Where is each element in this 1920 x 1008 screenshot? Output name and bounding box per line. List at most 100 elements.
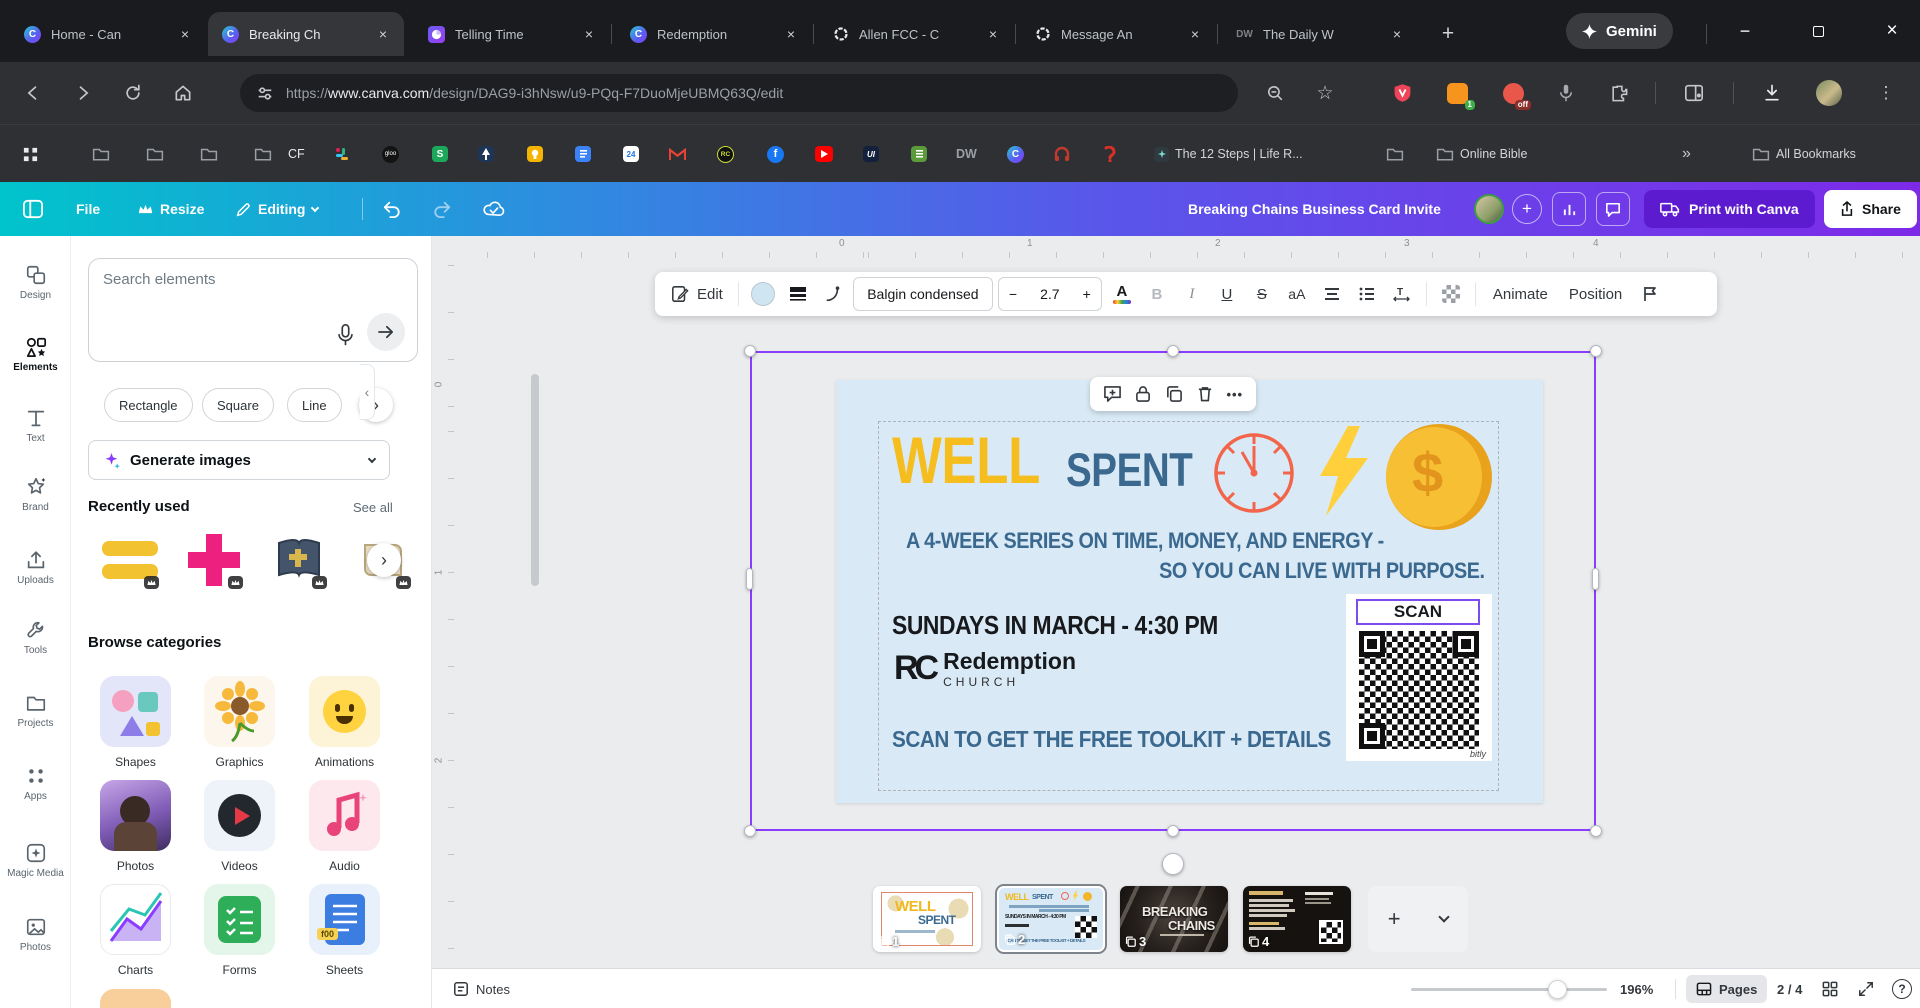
insights-button[interactable] [1552,182,1586,236]
bookmark-folder[interactable] [92,145,110,163]
window-minimize-button[interactable]: − [1725,14,1765,48]
design-title[interactable]: Breaking Chains Business Card Invite [1188,182,1441,236]
category-tile-forms[interactable] [204,884,275,955]
sidebar-item-design[interactable]: Design [0,264,71,301]
duplicate-icon[interactable] [1165,385,1183,403]
zoom-percentage[interactable]: 196% [1620,969,1653,1008]
qr-panel[interactable]: SCAN bitly [1346,594,1492,761]
grid-view-button[interactable] [1822,969,1838,1008]
trash-icon[interactable] [1197,385,1213,403]
downloads-icon[interactable] [1758,79,1786,107]
new-tab-button[interactable]: + [1432,18,1464,50]
file-menu[interactable]: File [76,182,100,236]
bookmark-bulb[interactable] [527,145,543,163]
chip-rectangle[interactable]: Rectangle [104,388,193,422]
comments-button[interactable] [1596,182,1630,236]
font-size-stepper[interactable]: − 2.7 + [998,277,1102,311]
editing-mode-menu[interactable]: Editing [236,182,318,236]
church-logo[interactable]: RC Redemption CHURCH [894,648,1076,689]
text-case-button[interactable]: aA [1282,278,1312,310]
stroke-weight-button[interactable] [783,278,813,310]
forward-button[interactable] [66,76,100,110]
generate-images-button[interactable]: Generate images [88,440,390,480]
curve-text-button[interactable] [818,278,848,310]
selection-handle-nw[interactable] [744,345,756,357]
search-submit-button[interactable] [367,313,405,351]
scan-label-box[interactable]: SCAN [1356,599,1480,625]
selection-handle-n[interactable] [1167,345,1179,357]
search-elements-box[interactable] [88,258,418,362]
lock-icon[interactable] [1135,385,1151,403]
sidebar-item-uploads[interactable]: Uploads [0,549,71,586]
extension-shield-icon[interactable] [1388,79,1416,107]
redo-button[interactable] [432,182,452,236]
card-tagline-2[interactable]: SO YOU CAN LIVE WITH PURPOSE. [1160,558,1485,584]
bookmarks-overflow-chevron[interactable]: » [1682,145,1691,163]
recent-element-yellow-bars[interactable] [98,528,162,592]
tab-close-icon[interactable]: × [578,23,600,45]
bookmark-cf[interactable]: CF [288,145,305,163]
tab-close-icon[interactable]: × [780,23,802,45]
bookmark-rc[interactable]: RC [717,145,734,163]
rotate-handle[interactable] [1162,853,1184,875]
bookmark-dw[interactable]: DW [956,145,977,163]
category-tile-partial[interactable] [100,989,171,1008]
apps-grid-icon[interactable] [22,145,39,163]
pages-view-button[interactable]: Pages [1686,969,1767,1008]
window-restore-button[interactable] [1798,14,1838,48]
window-close-button[interactable]: × [1872,14,1912,48]
home-sidebar-toggle[interactable] [22,182,44,236]
bookmark-canva[interactable]: C [1007,145,1024,163]
browser-menu-kebab[interactable]: ⋮ [1872,79,1900,107]
design-page[interactable]: WELL SPENT $ [836,380,1543,803]
card-tagline-1[interactable]: A 4-WEEK SERIES ON TIME, MONEY, AND ENER… [906,528,1384,554]
list-button[interactable] [1352,278,1382,310]
bookmark-slack[interactable] [334,145,350,163]
bookmark-online-bible[interactable]: Online Bible [1436,145,1527,163]
fill-color-swatch[interactable] [748,278,778,310]
bookmark-ui[interactable]: UI [863,145,879,163]
recent-next-button[interactable]: › [367,543,401,577]
selection-handle-sw[interactable] [744,825,756,837]
page-thumbnail-4[interactable]: 4 [1243,886,1351,952]
print-with-canva-button[interactable]: Print with Canva [1644,182,1815,236]
sidebar-item-text[interactable]: Text [0,407,71,444]
tab-close-icon[interactable]: × [174,23,196,45]
tab-allen-fcc[interactable]: Allen FCC - C × [818,12,1014,56]
add-collaborator-button[interactable]: + [1512,182,1542,236]
sidebar-item-elements[interactable]: Elements [0,336,71,373]
underline-button[interactable]: U [1212,278,1242,310]
search-input[interactable] [103,271,323,288]
see-all-link[interactable]: See all [353,500,393,515]
tab-message[interactable]: Message An × [1020,12,1216,56]
selection-handle-e[interactable] [1592,568,1599,590]
undo-button[interactable] [382,182,402,236]
page-zoom-icon[interactable] [1258,76,1292,110]
bookmark-facebook[interactable]: f [767,145,784,163]
share-button[interactable]: Share [1824,182,1917,236]
expand-pages-chevron[interactable] [1439,911,1450,922]
card-cta[interactable]: SCAN TO GET THE FREE TOOLKIT + DETAILS [892,726,1331,753]
design-canvas-area[interactable]: 0 1 2 3 4 0 1 2 WELL SPENT [432,236,1920,1008]
tab-telling-time[interactable]: Telling Time × [414,12,610,56]
bookmark-star-icon[interactable]: ☆ [1308,76,1342,110]
flag-style-button[interactable] [1635,278,1665,310]
bookmark-folder[interactable] [146,145,164,163]
tab-redemption[interactable]: C Redemption × [616,12,812,56]
category-tile-graphics[interactable] [204,676,275,747]
category-tile-audio[interactable] [309,780,380,851]
transparency-button[interactable] [1436,278,1466,310]
panel-scrollbar[interactable] [531,374,539,586]
page-thumbnail-1[interactable]: WELL SPENT 1 [873,886,981,952]
home-button[interactable] [166,76,200,110]
tab-breaking-chains[interactable]: C Breaking Ch × [208,12,404,56]
notes-button[interactable]: Notes [453,969,510,1008]
panel-collapse-handle[interactable]: ‹ [360,364,375,420]
bookmark-subsplash[interactable]: S [432,145,448,163]
bold-button[interactable]: B [1142,278,1172,310]
reload-button[interactable] [116,76,150,110]
category-tile-photos[interactable] [100,780,171,851]
help-button[interactable]: ? [1892,969,1912,1008]
zoom-slider-thumb[interactable] [1548,980,1567,999]
bookmark-red-swirl[interactable] [1103,145,1117,163]
